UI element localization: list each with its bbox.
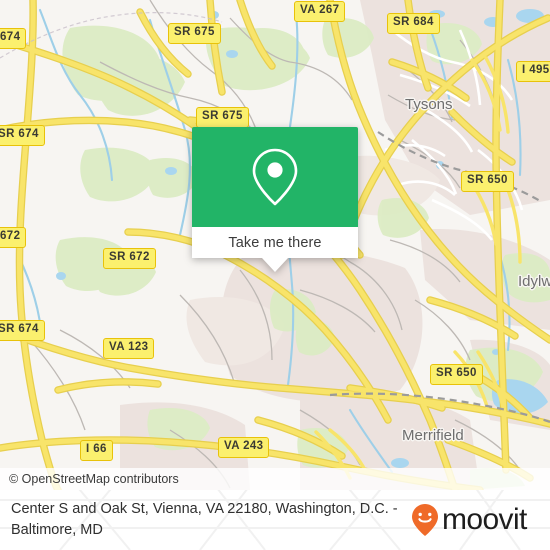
- road-shield: 674: [0, 28, 27, 49]
- road-shield: SR 684: [387, 13, 440, 34]
- moovit-pin-icon: [412, 504, 438, 536]
- popup-header: [192, 127, 358, 227]
- road-shield: SR 675: [168, 23, 221, 44]
- place-label: Idylw: [518, 273, 550, 290]
- map-attribution-bar: © OpenStreetMap contributors: [0, 468, 550, 490]
- address-text: Center S and Oak St, Vienna, VA 22180, W…: [11, 500, 398, 538]
- road-shield: VA 123: [103, 338, 155, 359]
- place-label: Merrifield: [402, 427, 464, 444]
- footer-bar: Center S and Oak St, Vienna, VA 22180, W…: [0, 490, 550, 550]
- place-label: Tysons: [405, 96, 453, 113]
- road-shield: SR 650: [461, 171, 514, 192]
- road-shield: SR 675: [196, 107, 249, 128]
- osm-attribution-text: © OpenStreetMap contributors: [9, 472, 179, 486]
- popup-pointer: [262, 258, 288, 272]
- road-shield: SR 674: [0, 125, 45, 146]
- road-shield: VA 267: [294, 1, 346, 22]
- moovit-wordmark: moovit: [442, 503, 527, 536]
- road-shield: SR 674: [0, 320, 45, 341]
- take-me-there-button[interactable]: Take me there: [192, 227, 358, 258]
- location-popup-card[interactable]: Take me there: [192, 127, 358, 272]
- road-shield: SR 650: [430, 364, 483, 385]
- road-shield: 672: [0, 227, 27, 248]
- screenshot-root: VA 267 SR 684 SR 675 674 I 495 SR 675 SR…: [0, 0, 550, 550]
- road-shield: I 66: [80, 440, 113, 461]
- road-shield: I 495: [516, 61, 550, 82]
- map-canvas[interactable]: VA 267 SR 684 SR 675 674 I 495 SR 675 SR…: [0, 0, 550, 490]
- moovit-logo: moovit: [410, 503, 550, 537]
- take-me-there-label: Take me there: [228, 234, 322, 251]
- road-shield: VA 243: [218, 437, 270, 458]
- map-pin-icon: [252, 148, 298, 206]
- road-shield: SR 672: [103, 248, 156, 269]
